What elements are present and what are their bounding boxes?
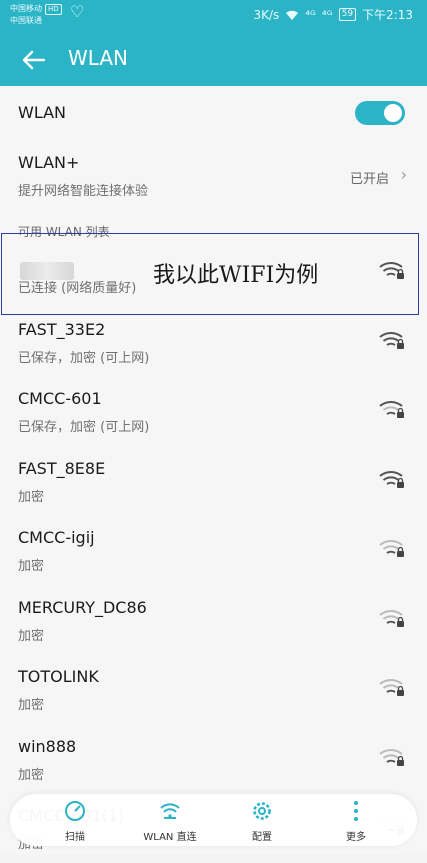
wifi-secured-signal-icon: [379, 539, 405, 559]
battery-icon: 59: [338, 8, 357, 21]
network-status: 已保存，加密 (可上网): [18, 420, 150, 435]
wlan-settings-content: WLAN WLAN+ 提升网络智能连接体验 已开启 › 可用 WLAN 列表 已…: [0, 86, 427, 854]
wlan-plus-row[interactable]: WLAN+ 提升网络智能连接体验 已开启 ›: [0, 141, 427, 209]
network-name: CMCC-601: [18, 389, 102, 408]
wifi-secured-signal-icon: [379, 400, 405, 420]
network-speed: 3K/s: [253, 7, 280, 22]
wifi-secured-signal-icon: [379, 470, 405, 490]
blurred-network-name: [20, 262, 74, 280]
settings-gear-icon: [253, 802, 271, 820]
clock: 下午2:13: [362, 8, 413, 22]
wifi-network-row[interactable]: CMCC-601 已保存，加密 (可上网): [0, 380, 427, 446]
network-status: 已保存，加密 (可上网): [18, 350, 150, 366]
status-bar: 中国移动 HD 中国联通 ♡ 3K/s ⁴ᴳ ⁴ᴳ 59 下午2:13: [0, 0, 427, 30]
wifi-secured-signal-icon: [379, 748, 405, 768]
wifi-secured-signal-icon: [379, 678, 405, 698]
carrier-2: 中国联通: [10, 16, 42, 25]
wifi-status-icon: [286, 10, 299, 20]
wifi-network-row[interactable]: CMCC-igij 加密: [0, 519, 427, 585]
wlan-direct-label: WLAN 直连: [143, 832, 197, 843]
wifi-network-row[interactable]: win888 加密: [0, 728, 427, 794]
chevron-right-icon: ›: [400, 165, 407, 184]
top-bar: 中国移动 HD 中国联通 ♡ 3K/s ⁴ᴳ ⁴ᴳ 59 下午2:13 WLAN: [0, 0, 427, 86]
scan-button[interactable]: 扫描: [40, 798, 110, 844]
wifi-network-row[interactable]: TOTOLINK 加密: [0, 658, 427, 724]
signal-1-icon: ⁴ᴳ: [305, 7, 316, 22]
network-name: FAST_33E2: [18, 319, 106, 339]
network-name: CMCC-igij: [18, 528, 95, 547]
status-indicators: 3K/s ⁴ᴳ ⁴ᴳ 59 下午2:13: [253, 6, 413, 23]
network-name: FAST_8E8E: [18, 458, 106, 478]
health-icon: ♡: [70, 2, 85, 21]
network-status: 加密: [18, 628, 45, 644]
annotation-text: 我以此WIFI为例: [153, 263, 319, 288]
wlan-direct-button[interactable]: WLAN 直连: [135, 798, 205, 844]
wlan-plus-subtitle: 提升网络智能连接体验: [18, 184, 149, 199]
network-status: 加密: [18, 489, 45, 505]
wlan-direct-icon: [160, 803, 180, 819]
network-status: 加密: [18, 767, 45, 783]
wlan-plus-status: 已开启: [349, 172, 389, 187]
wlan-toggle-row[interactable]: WLAN: [0, 86, 427, 140]
wlan-switch[interactable]: [355, 101, 405, 125]
more-label: 更多: [346, 832, 366, 843]
network-name: TOTOLINK: [18, 667, 99, 686]
bottom-action-bar: 扫描 WLAN 直连 配置 更多: [10, 794, 417, 846]
back-button[interactable]: [16, 42, 52, 78]
network-name: win888: [18, 736, 77, 756]
back-arrow-icon: [22, 50, 46, 70]
app-bar: WLAN: [0, 32, 427, 86]
wifi-network-row[interactable]: FAST_33E2 已保存，加密 (可上网): [0, 311, 427, 377]
page-title: WLAN: [68, 46, 129, 70]
config-button[interactable]: 配置: [227, 798, 297, 844]
carrier-info: 中国移动 HD 中国联通: [10, 3, 62, 26]
scan-label: 扫描: [65, 832, 85, 843]
wlan-plus-label: WLAN+: [18, 153, 80, 172]
config-label: 配置: [252, 832, 272, 843]
wifi-network-row[interactable]: MERCURY_DC86 加密: [0, 589, 427, 655]
wifi-network-row[interactable]: FAST_8E8E 加密: [0, 450, 427, 516]
network-status: 加密: [18, 698, 45, 713]
wifi-secured-signal-icon: [379, 609, 405, 629]
network-name: MERCURY_DC86: [18, 597, 147, 617]
carrier-1: 中国移动: [10, 4, 42, 13]
wifi-secured-signal-icon: [379, 331, 405, 351]
scan-icon: [65, 801, 85, 821]
more-button[interactable]: 更多: [321, 798, 391, 844]
network-status: 加密: [18, 559, 45, 574]
more-icon: [354, 801, 358, 821]
wlan-label: WLAN: [18, 103, 67, 122]
signal-2-icon: ⁴ᴳ: [321, 7, 333, 22]
hd-badge: HD: [45, 4, 62, 15]
